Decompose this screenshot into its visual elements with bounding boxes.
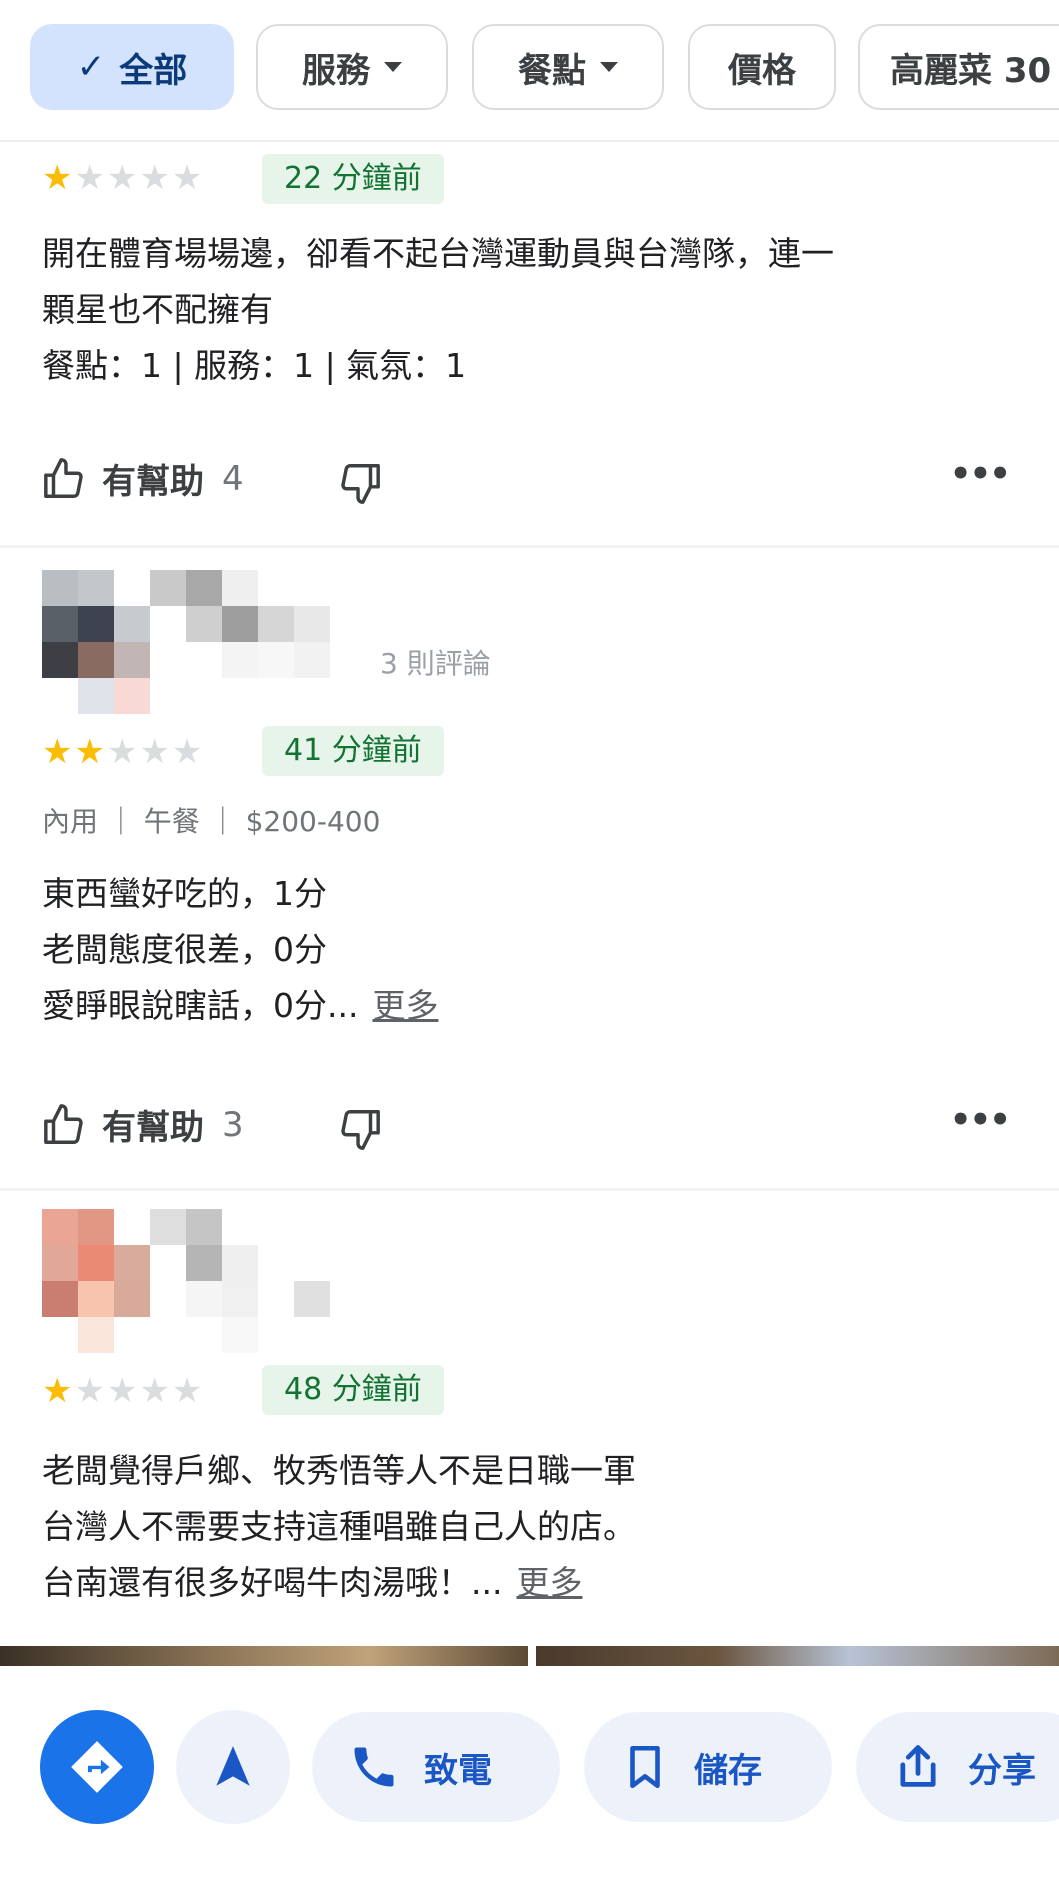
- review-photos[interactable]: [0, 1646, 1059, 1666]
- review-photo[interactable]: [536, 1646, 1059, 1666]
- more-link[interactable]: 更多: [516, 1563, 582, 1602]
- call-button[interactable]: 致電: [312, 1712, 560, 1822]
- star-rating: ★★★★★: [42, 732, 205, 772]
- reviewer-review-count: 3 則評論: [380, 647, 491, 680]
- save-label: 儲存: [694, 1750, 762, 1791]
- helpful-button[interactable]: 有幫助 4: [42, 454, 244, 503]
- review-card: 3 則評論 ★★★★★ 41 分鐘前 內用 ｜ 午餐 ｜ $200-400 東西…: [0, 548, 1059, 1188]
- share-label: 分享: [968, 1750, 1036, 1791]
- review-time-badge: 22 分鐘前: [262, 154, 444, 204]
- filter-chip-label: 餐點: [518, 50, 586, 91]
- filter-chip-label: 服務: [302, 50, 370, 91]
- review-time-badge: 48 分鐘前: [262, 1365, 444, 1415]
- filter-chip-food[interactable]: 餐點: [472, 24, 664, 110]
- filter-chip-bar: ✓ 全部 服務 餐點 價格 高麗菜 30: [0, 0, 1059, 142]
- share-button[interactable]: 分享: [856, 1712, 1059, 1822]
- review-text-line: 開在體育場場邊，卻看不起台灣運動員與台灣隊，連一: [42, 234, 834, 273]
- call-label: 致電: [424, 1750, 492, 1791]
- filter-chip-service[interactable]: 服務: [256, 24, 448, 110]
- more-options-icon[interactable]: •••: [950, 454, 1011, 494]
- review-text-line-last: 台南還有很多好喝牛肉湯哦！... 更多: [42, 1555, 582, 1611]
- phone-icon: [354, 1747, 394, 1787]
- review-actions: 有幫助 4 •••: [0, 454, 1059, 514]
- thumbs-up-icon: [44, 1103, 83, 1144]
- review-card: ★★★★★ 22 分鐘前 開在體育場場邊，卻看不起台灣運動員與台灣隊，連一 顆星…: [0, 140, 1059, 545]
- helpful-label: 有幫助: [102, 1108, 204, 1148]
- review-text: 台南還有很多好喝牛肉湯哦！...: [42, 1563, 503, 1602]
- bookmark-icon: [630, 1745, 660, 1789]
- share-icon: [900, 1745, 936, 1787]
- dropdown-arrow-icon: [600, 62, 618, 72]
- save-button[interactable]: 儲存: [584, 1712, 832, 1822]
- review-text: 愛睜眼說瞎話，0分...: [42, 986, 359, 1025]
- helpful-count: 3: [222, 1104, 244, 1145]
- filter-chip-cabbage[interactable]: 高麗菜 30: [858, 24, 1059, 110]
- review-text-line: 台灣人不需要支持這種唱雖自己人的店。: [42, 1507, 636, 1546]
- review-actions: 有幫助 3 •••: [0, 1100, 1059, 1160]
- dropdown-arrow-icon: [384, 62, 402, 72]
- more-link[interactable]: 更多: [372, 986, 438, 1025]
- review-text-line: 東西蠻好吃的，1分: [42, 874, 327, 913]
- review-text-line: 老闆覺得戶鄉、牧秀悟等人不是日職一軍: [42, 1451, 636, 1490]
- directions-button[interactable]: [40, 1710, 154, 1824]
- filter-chip-label: 全部: [119, 50, 188, 91]
- helpful-button[interactable]: 有幫助 3: [42, 1100, 244, 1149]
- review-text-line: 老闆態度很差，0分: [42, 930, 327, 969]
- thumbs-down-icon[interactable]: [336, 460, 382, 506]
- directions-icon: [71, 1741, 123, 1793]
- sub-ratings: 餐點：1 | 服務：1 | 氣氛：1: [42, 346, 467, 385]
- filter-chip-label: 高麗菜 30: [890, 50, 1052, 91]
- helpful-count: 4: [222, 458, 244, 499]
- star-rating: ★★★★★: [42, 1371, 205, 1411]
- filter-chip-price[interactable]: 價格: [688, 24, 836, 110]
- check-icon: ✓: [76, 47, 106, 87]
- review-time-badge: 41 分鐘前: [262, 726, 444, 776]
- review-card: ★★★★★ 48 分鐘前 老闆覺得戶鄉、牧秀悟等人不是日職一軍 台灣人不需要支持…: [0, 1191, 1059, 1646]
- thumbs-up-icon: [44, 457, 83, 498]
- visit-info: 內用 ｜ 午餐 ｜ $200-400: [42, 805, 381, 838]
- star-rating: ★★★★★: [42, 158, 205, 198]
- review-photo[interactable]: [0, 1646, 528, 1666]
- avatar[interactable]: [42, 1209, 330, 1353]
- helpful-label: 有幫助: [102, 462, 204, 502]
- navigation-arrow-icon: [216, 1746, 250, 1786]
- avatar[interactable]: [42, 570, 330, 714]
- review-text-line-last: 愛睜眼說瞎話，0分... 更多: [42, 978, 438, 1034]
- review-text-line: 顆星也不配擁有: [42, 290, 273, 329]
- thumbs-down-icon[interactable]: [336, 1106, 382, 1152]
- bottom-action-bar: 致電 儲存 分享: [0, 1666, 1059, 1883]
- filter-chip-label: 價格: [728, 50, 796, 91]
- more-options-icon[interactable]: •••: [950, 1100, 1011, 1140]
- filter-chip-all[interactable]: ✓ 全部: [30, 24, 234, 110]
- start-navigation-button[interactable]: [176, 1710, 290, 1824]
